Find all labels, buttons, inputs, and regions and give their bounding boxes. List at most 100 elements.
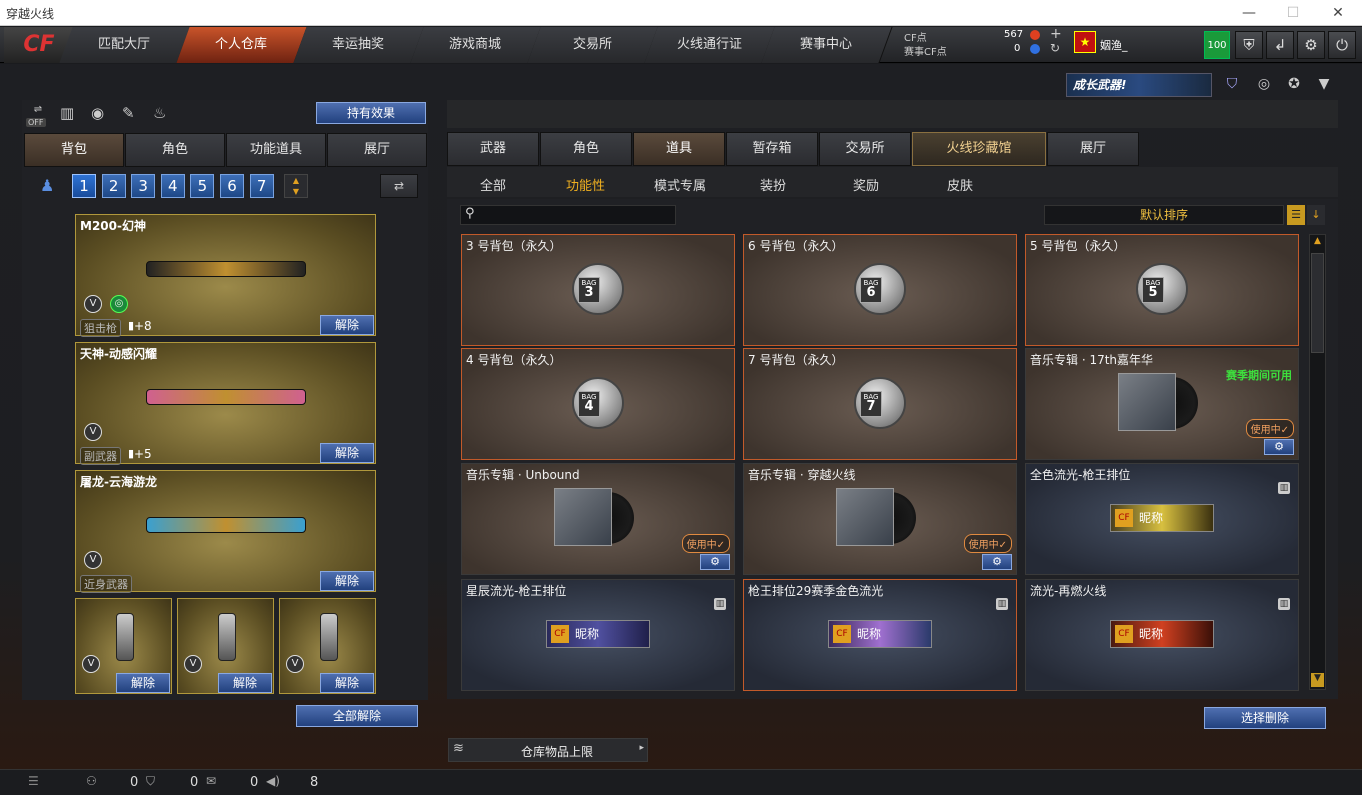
bag-number-1[interactable]: 1	[72, 174, 96, 198]
subtab-3[interactable]: 装扮	[760, 175, 786, 194]
left-tab-1[interactable]: 角色	[125, 133, 225, 167]
swap-icon[interactable]: ⇄	[380, 174, 418, 198]
remove-button[interactable]: 解除	[320, 571, 374, 591]
item-card-10[interactable]: 枪王排位29赛季金色流光 ▥ CF 昵称	[743, 579, 1017, 691]
shield-icon[interactable]: ⛨	[1235, 31, 1263, 59]
nav-tab-3[interactable]: 游戏商城	[410, 27, 542, 63]
item-card-2[interactable]: 5 号背包（永久） BAG 5	[1025, 234, 1299, 346]
trash-icon[interactable]: ▥	[1278, 482, 1290, 494]
right-tab-1[interactable]: 角色	[540, 132, 632, 166]
volume-icon[interactable]: ◀)	[266, 774, 280, 788]
settings-gear-button[interactable]: ⚙	[982, 554, 1012, 570]
scrollbar[interactable]: ▲ ▼	[1309, 234, 1326, 690]
bag-icon[interactable]: ♨	[153, 104, 166, 122]
remove-button[interactable]: 解除	[320, 673, 374, 693]
friends-icon[interactable]: ⚇	[86, 774, 97, 788]
badge-icon[interactable]: ✪	[1284, 76, 1304, 96]
close-icon[interactable]: ✕	[1325, 3, 1351, 23]
power-icon[interactable]: ⏻	[1328, 31, 1356, 59]
nav-tab-4[interactable]: 交易所	[527, 27, 659, 63]
remove-button[interactable]: 解除	[218, 673, 272, 693]
remove-button[interactable]: 解除	[320, 315, 374, 335]
character-icon[interactable]: ♟	[40, 176, 54, 195]
eye-icon[interactable]: ◉	[91, 104, 104, 122]
grenade-slot-2[interactable]: V 解除	[279, 598, 376, 694]
nav-tab-0[interactable]: 匹配大厅	[59, 27, 191, 63]
settings-gear-button[interactable]: ⚙	[1264, 439, 1294, 455]
nav-tab-1[interactable]: 个人仓库	[176, 27, 308, 63]
left-tab-3[interactable]: 展厅	[327, 133, 427, 167]
storage-limit-bar[interactable]: ≋ 仓库物品上限 ▸	[448, 738, 648, 762]
add-cf-icon[interactable]: +	[1050, 26, 1062, 42]
right-tab-5[interactable]: 火线珍藏馆	[912, 132, 1046, 166]
gear-icon[interactable]: ⚙	[1297, 31, 1325, 59]
bag-scroll-arrows[interactable]: ▲ ▼	[284, 174, 308, 198]
bag-number-7[interactable]: 7	[249, 174, 274, 198]
subtab-1[interactable]: 功能性	[566, 175, 605, 194]
scroll-up-icon[interactable]: ▲	[1311, 236, 1324, 250]
trash-icon[interactable]: ▥	[1278, 598, 1290, 610]
chat-icon[interactable]: ✉	[206, 774, 216, 788]
right-tab-0[interactable]: 武器	[447, 132, 539, 166]
subtab-0[interactable]: 全部	[480, 175, 506, 194]
sort-direction-icon[interactable]: ↓	[1307, 205, 1325, 225]
item-card-0[interactable]: 3 号背包（永久） BAG 3	[461, 234, 735, 346]
item-card-6[interactable]: 音乐专辑 · Unbound 使用中✓ ⚙	[461, 463, 735, 575]
weapon-slot-1[interactable]: 天神-动感闪耀 V 副武器 ▮ +5 解除	[75, 342, 376, 465]
vip-icon[interactable]: ▼	[1314, 76, 1334, 96]
nav-tab-6[interactable]: 赛事中心	[761, 27, 893, 63]
bag-number-4[interactable]: 4	[160, 174, 185, 198]
grenade-slot-1[interactable]: V 解除	[177, 598, 274, 694]
search-input[interactable]: ⚲	[460, 205, 676, 225]
exit-room-icon[interactable]: ↲	[1266, 31, 1294, 59]
clan-shield-icon[interactable]: ⛉	[146, 774, 155, 789]
item-card-8[interactable]: 全色流光-枪王排位 ▥ CF 昵称	[1025, 463, 1299, 575]
left-tab-2[interactable]: 功能道具	[226, 133, 326, 167]
item-card-7[interactable]: 音乐专辑 · 穿越火线 使用中✓ ⚙	[743, 463, 1017, 575]
right-tab-4[interactable]: 交易所	[819, 132, 911, 166]
refresh-icon[interactable]: ↻	[1050, 41, 1060, 55]
left-tab-0[interactable]: 背包	[24, 133, 124, 167]
stats-icon[interactable]: ▥	[60, 104, 74, 122]
growth-weapon-banner[interactable]: 成长武器!	[1066, 73, 1212, 97]
item-card-11[interactable]: 流光-再燃火线 ▥ CF 昵称	[1025, 579, 1299, 691]
weapon-slot-2[interactable]: 屠龙-云海游龙 V 近身武器 解除	[75, 470, 376, 593]
select-delete-button[interactable]: 选择删除	[1204, 707, 1326, 729]
nav-tab-2[interactable]: 幸运抽奖	[293, 27, 425, 63]
item-card-5[interactable]: 音乐专辑 · 17th嘉年华 赛季期间可用 使用中✓ ⚙	[1025, 348, 1299, 460]
bag-number-6[interactable]: 6	[220, 174, 244, 198]
holding-effect-button[interactable]: 持有效果	[316, 102, 426, 124]
right-tab-3[interactable]: 暂存箱	[726, 132, 818, 166]
minimize-icon[interactable]: —	[1236, 3, 1262, 23]
settings-gear-button[interactable]: ⚙	[700, 554, 730, 570]
grenade-slot-0[interactable]: V 解除	[75, 598, 172, 694]
nav-tab-5[interactable]: 火线通行证	[644, 27, 776, 63]
menu-list-icon[interactable]: ☰	[28, 774, 39, 788]
list-view-icon[interactable]: ☰	[1287, 205, 1305, 225]
bag-number-5[interactable]: 5	[190, 174, 215, 198]
bag-number-2[interactable]: 2	[101, 174, 126, 198]
subtab-2[interactable]: 模式专属	[654, 175, 706, 194]
weapon-slot-0[interactable]: M200-幻神 V ◎ 狙击枪 ▮ +8 解除	[75, 214, 376, 337]
trash-icon[interactable]: ▥	[714, 598, 726, 610]
globe-icon[interactable]: ◎	[1254, 76, 1274, 96]
remove-button[interactable]: 解除	[116, 673, 170, 693]
subtab-4[interactable]: 奖励	[853, 175, 879, 194]
item-card-1[interactable]: 6 号背包（永久） BAG 6	[743, 234, 1017, 346]
scrollbar-thumb[interactable]	[1311, 253, 1324, 353]
trash-icon[interactable]: ▥	[996, 598, 1008, 610]
sort-dropdown[interactable]: 默认排序	[1044, 205, 1284, 225]
subtab-5[interactable]: 皮肤	[947, 175, 973, 194]
remove-button[interactable]: 解除	[320, 443, 374, 463]
level-badge[interactable]: 100	[1204, 31, 1230, 59]
maximize-icon[interactable]: ☐	[1280, 3, 1306, 23]
scroll-down-icon[interactable]: ▼	[1311, 673, 1324, 687]
right-tab-2[interactable]: 道具	[633, 132, 725, 166]
remove-all-button[interactable]: 全部解除	[296, 705, 418, 727]
bag-number-3[interactable]: 3	[131, 174, 156, 198]
item-card-9[interactable]: 星辰流光-枪王排位 ▥ CF 昵称	[461, 579, 735, 691]
right-tab-6[interactable]: 展厅	[1047, 132, 1139, 166]
paint-icon[interactable]: ✎	[122, 104, 135, 122]
item-card-4[interactable]: 7 号背包（永久） BAG 7	[743, 348, 1017, 460]
item-card-3[interactable]: 4 号背包（永久） BAG 4	[461, 348, 735, 460]
